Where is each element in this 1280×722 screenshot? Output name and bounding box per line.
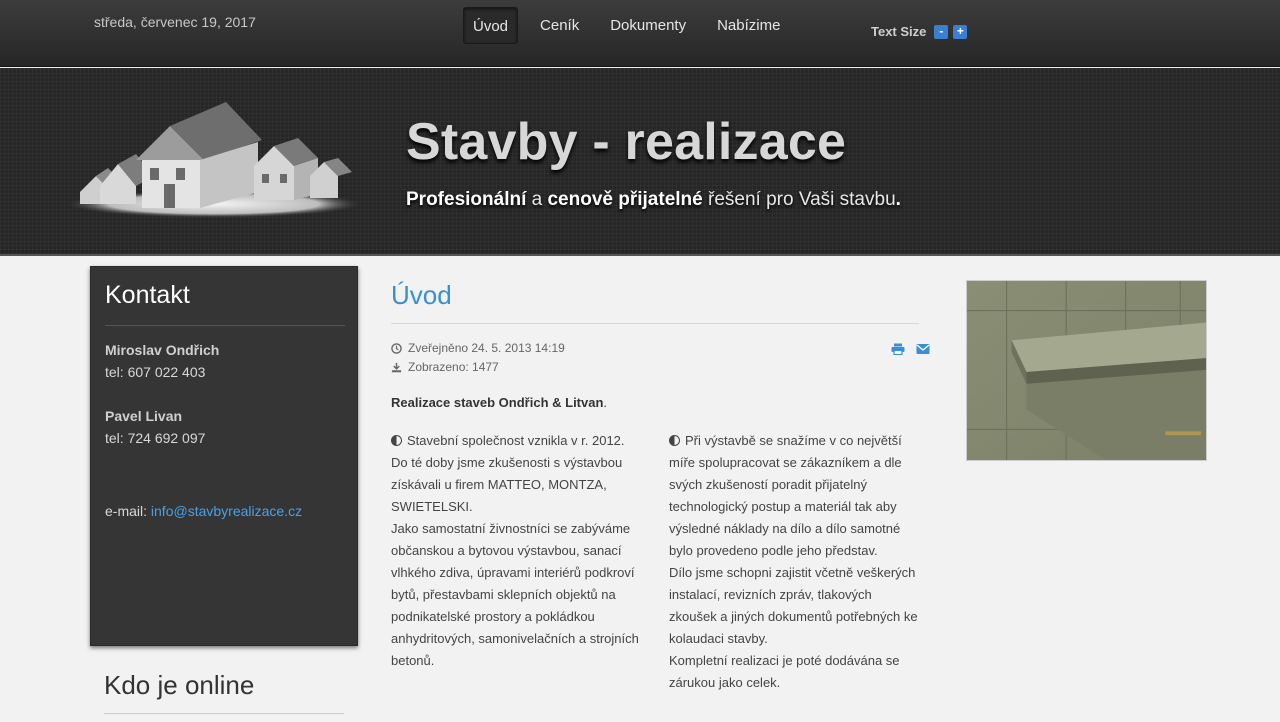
text-size-decrease-button[interactable]: -	[934, 24, 949, 39]
contact-divider	[105, 325, 345, 326]
lead-end: .	[603, 395, 608, 410]
article-column-right: Při výstavbě se snažíme v co největší mí…	[669, 430, 921, 694]
top-bar: středa, červenec 19, 2017 Úvod Ceník Dok…	[0, 0, 1280, 67]
nav-item-nabizime[interactable]: Nabízime	[708, 7, 789, 44]
column-left-text: Stavební společnost vznikla v r. 2012. D…	[391, 433, 625, 514]
clock-icon	[391, 342, 402, 354]
page-title: Úvod	[391, 280, 452, 310]
contact-email-row: e-mail: info@stavbyrealizace.cz	[105, 503, 302, 519]
published-date: Zveřejněno 24. 5. 2013 14:19	[391, 341, 565, 355]
site-title: Stavby - realizace	[406, 113, 847, 171]
who-is-online-title: Kdo je online	[104, 670, 255, 700]
envelope-icon[interactable]	[916, 343, 930, 355]
contact-name: Pavel Livan	[105, 408, 183, 424]
published-text: Zveřejněno 24. 5. 2013 14:19	[408, 341, 565, 355]
slogan-part-1: Profesionální	[406, 189, 527, 210]
column-right-text: Při výstavbě se snažíme v co největší mí…	[669, 433, 902, 558]
title-divider	[391, 323, 919, 324]
header-banner: Stavby - realizace Profesionální a cenov…	[0, 68, 1280, 256]
column-left-text-2: Jako samostatní živnostníci se zabýváme …	[391, 521, 639, 668]
main-nav: Úvod Ceník Dokumenty Nabízime	[463, 7, 802, 44]
site-slogan: Profesionální a cenově přijatelné řešení…	[406, 189, 901, 211]
nav-item-uvod[interactable]: Úvod	[463, 7, 519, 44]
print-icon[interactable]	[891, 343, 905, 355]
email-label: e-mail:	[105, 503, 151, 519]
half-circle-icon	[669, 435, 680, 446]
contact-phone: tel: 724 692 097	[105, 430, 206, 446]
half-circle-icon	[391, 435, 402, 446]
nav-item-dokumenty[interactable]: Dokumenty	[601, 7, 695, 44]
column-right-text-2: Dílo jsme schopni zajistit včetně vešker…	[669, 565, 918, 646]
nav-item-cenik[interactable]: Ceník	[531, 7, 588, 44]
current-date: středa, červenec 19, 2017	[94, 14, 256, 30]
houses-logo-image	[66, 102, 362, 218]
article-column-left: Stavební společnost vznikla v r. 2012. D…	[391, 430, 643, 672]
email-link[interactable]: info@stavbyrealizace.cz	[151, 503, 302, 519]
contact-panel: Kontakt Miroslav Ondřich tel: 607 022 40…	[90, 266, 358, 646]
article-lead: Realizace staveb Ondřich & Litvan.	[391, 395, 607, 410]
slogan-part-3: cenově přijatelné	[547, 189, 703, 210]
hits-text: Zobrazeno: 1477	[408, 360, 499, 374]
slogan-part-4: řešení pro Vaši stavbu	[702, 189, 896, 210]
online-divider	[104, 713, 344, 714]
text-size-increase-button[interactable]: +	[953, 24, 968, 39]
slogan-part-5: .	[895, 189, 901, 210]
article-tools	[880, 343, 930, 355]
contact-title: Kontakt	[105, 281, 190, 309]
contact-name: Miroslav Ondřich	[105, 342, 220, 358]
download-icon	[391, 362, 402, 372]
column-right-text-3: Kompletní realizaci je poté dodávána se …	[669, 653, 900, 690]
slogan-part-2: a	[526, 189, 548, 210]
hits-count: Zobrazeno: 1477	[391, 360, 499, 374]
contact-phone: tel: 607 022 403	[105, 364, 206, 380]
bathroom-tiles-photo	[966, 280, 1207, 461]
text-size-control: Text Size - +	[871, 24, 968, 39]
text-size-label: Text Size	[871, 24, 927, 39]
lead-bold-text: Realizace staveb Ondřich & Litvan	[391, 395, 604, 410]
